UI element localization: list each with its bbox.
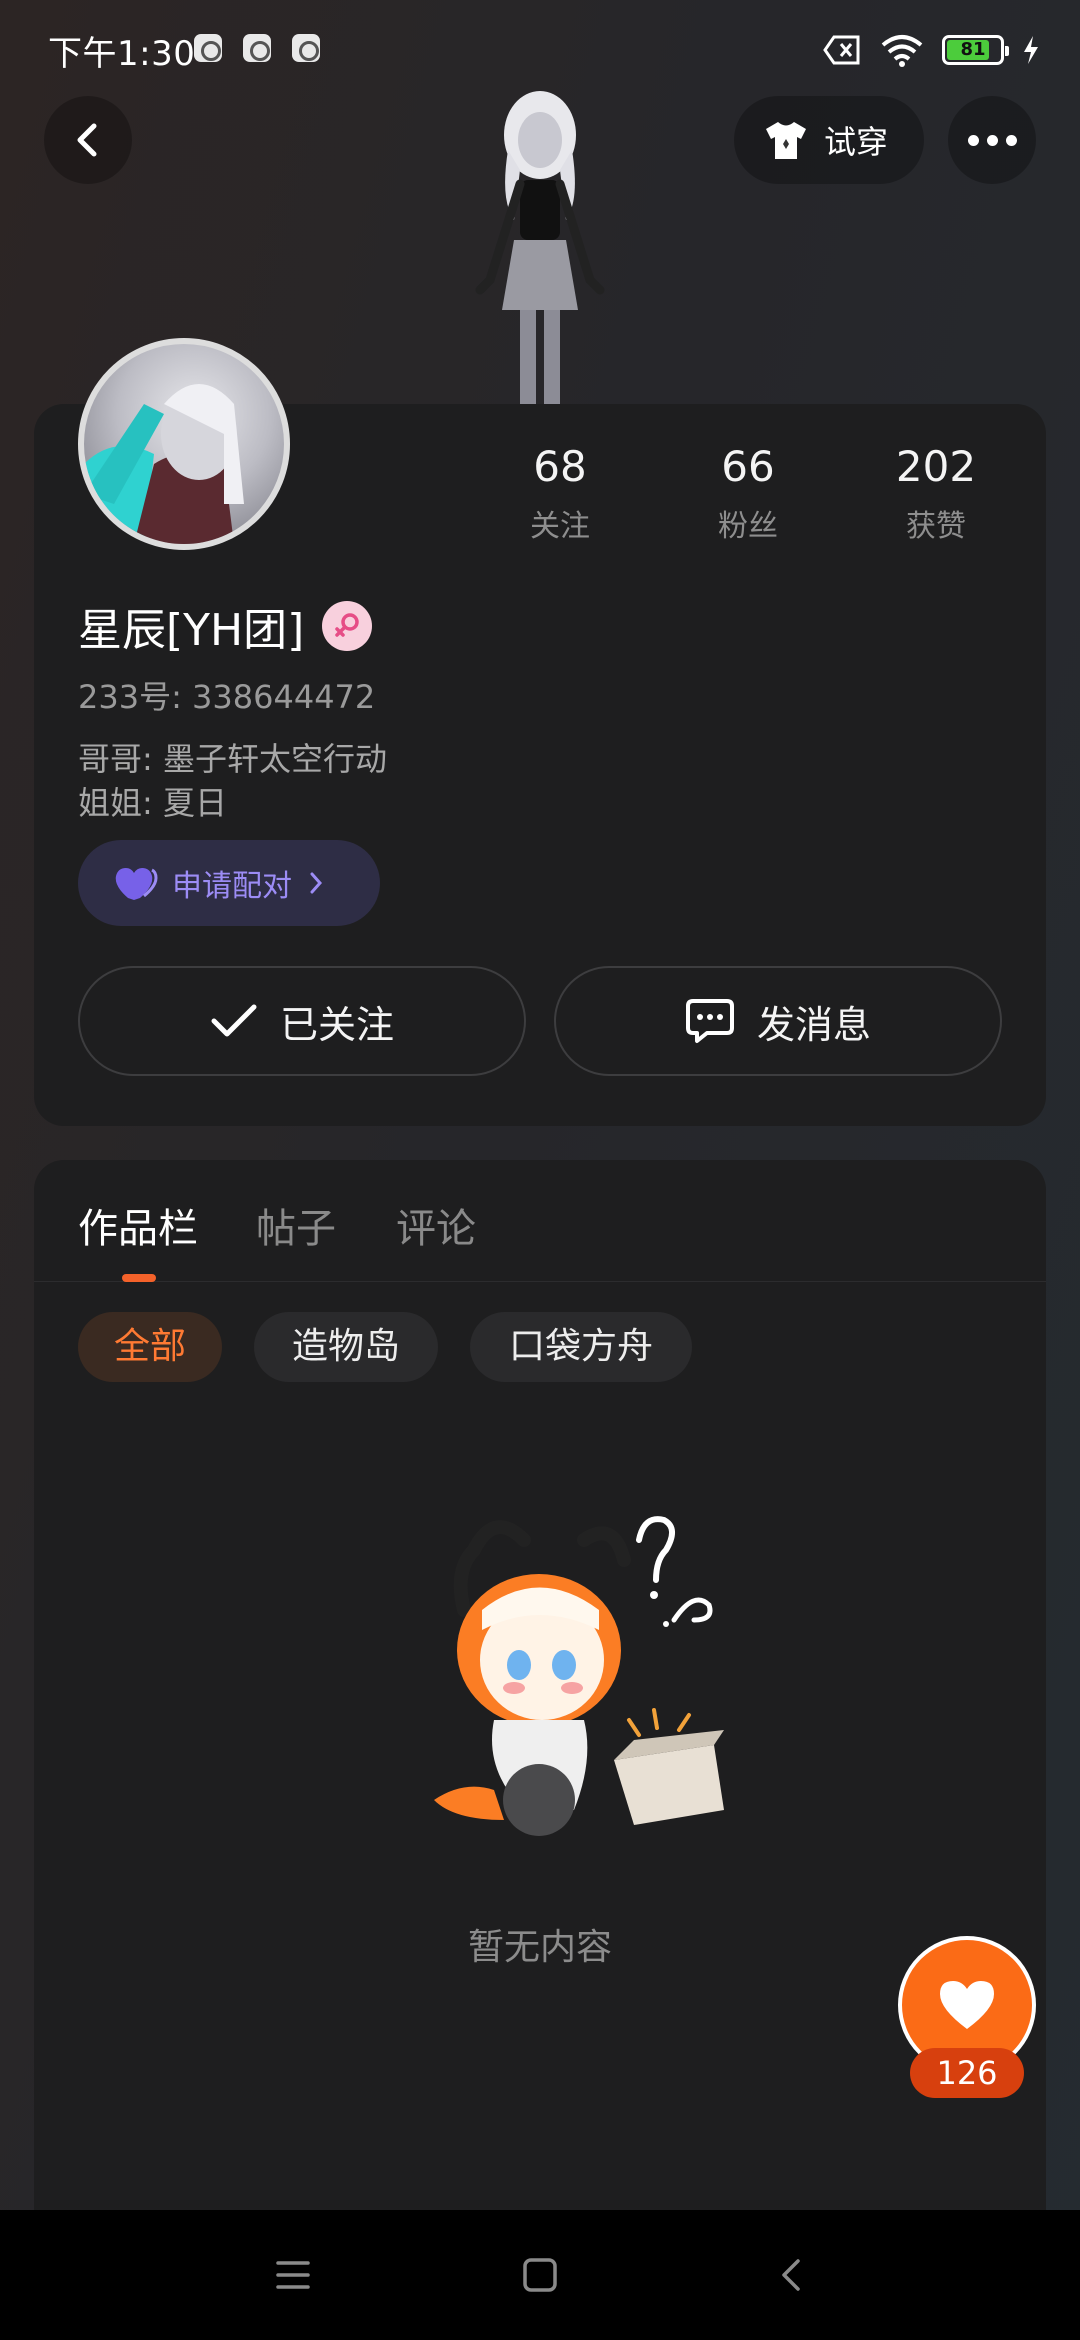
- battery-icon: 81: [942, 35, 1009, 65]
- chip-pocket-ark[interactable]: 口袋方舟: [470, 1312, 692, 1382]
- tab-indicator: [122, 1274, 156, 1282]
- heart-pair-icon: [115, 868, 158, 900]
- home-icon: [523, 2258, 557, 2292]
- account-id: 233号: 338644472: [78, 678, 376, 716]
- relation-brother: 哥哥: 墨子轩太空行动: [78, 740, 387, 778]
- back-icon: [77, 123, 97, 157]
- system-back-button[interactable]: [756, 2240, 826, 2310]
- relation-sister: 姐姐: 夏日: [78, 784, 227, 822]
- works-card: 作品栏 帖子 评论 全部 造物岛 口袋方舟 暂无内容: [34, 1160, 1046, 2210]
- nav-back-icon: [782, 2259, 800, 2291]
- stat-following[interactable]: 68 关注: [470, 442, 650, 545]
- back-button[interactable]: [44, 96, 132, 184]
- shirt-icon: [766, 122, 806, 159]
- send-message-button[interactable]: 发消息: [554, 966, 1002, 1076]
- more-icon: [967, 134, 979, 146]
- status-time: 下午1:30: [48, 34, 196, 74]
- followed-label: 已关注: [279, 1002, 394, 1047]
- username-row: 星辰[YH团]: [78, 594, 373, 658]
- stat-label: 关注: [530, 509, 590, 544]
- battery-level: 81: [960, 39, 986, 60]
- notification-icon: [194, 34, 222, 62]
- followed-button[interactable]: 已关注: [78, 966, 526, 1076]
- avatar-3d-model: [475, 91, 605, 410]
- tab-posts[interactable]: 帖子: [256, 1196, 336, 1254]
- tab-bar: 作品栏 帖子 评论: [34, 1160, 1046, 1282]
- stat-label: 粉丝: [718, 509, 778, 544]
- try-on-label: 试穿: [824, 123, 889, 161]
- system-nav-bar: [0, 2210, 1080, 2340]
- wifi-icon: [881, 35, 923, 67]
- like-count: 126: [910, 2048, 1024, 2098]
- heart-icon: [940, 1981, 994, 2029]
- charging-icon: [1024, 36, 1038, 64]
- username: 星辰[YH团]: [78, 605, 305, 656]
- chip-creation-island[interactable]: 造物岛: [254, 1312, 438, 1382]
- request-pair-button[interactable]: 申请配对: [78, 840, 380, 926]
- notification-icon: [292, 34, 320, 62]
- empty-state-text: 暂无内容: [467, 1927, 612, 1968]
- chip-all[interactable]: 全部: [78, 1312, 222, 1382]
- more-button[interactable]: [948, 96, 1036, 184]
- stat-label: 获赞: [906, 509, 966, 544]
- stat-likes[interactable]: 202 获赞: [846, 442, 1026, 545]
- menu-icon: [276, 2261, 310, 2289]
- stats: 68 关注 66 粉丝 202 获赞: [34, 442, 1046, 545]
- empty-state-illustration: [434, 1516, 724, 1836]
- stat-value: 202: [895, 442, 977, 491]
- female-icon: [322, 601, 373, 651]
- home-button[interactable]: [505, 2240, 575, 2310]
- chat-icon: [685, 999, 734, 1043]
- no-sim-icon: [823, 35, 860, 65]
- recent-apps-button[interactable]: [258, 2240, 328, 2310]
- stat-followers[interactable]: 66 粉丝: [658, 442, 838, 545]
- stat-value: 68: [533, 442, 587, 491]
- notification-icon: [243, 34, 271, 62]
- send-message-label: 发消息: [756, 1002, 871, 1047]
- profile-card: 68 关注 66 粉丝 202 获赞 星辰[YH团] 233号: 3386444…: [34, 338, 1046, 1126]
- try-on-button[interactable]: 试穿: [734, 96, 924, 184]
- tab-comments[interactable]: 评论: [396, 1196, 476, 1254]
- tab-works[interactable]: 作品栏: [78, 1196, 198, 1254]
- stat-value: 66: [721, 442, 775, 491]
- chevron-right-icon: [310, 872, 323, 894]
- check-icon: [211, 1004, 257, 1037]
- request-pair-label: 申请配对: [172, 869, 292, 904]
